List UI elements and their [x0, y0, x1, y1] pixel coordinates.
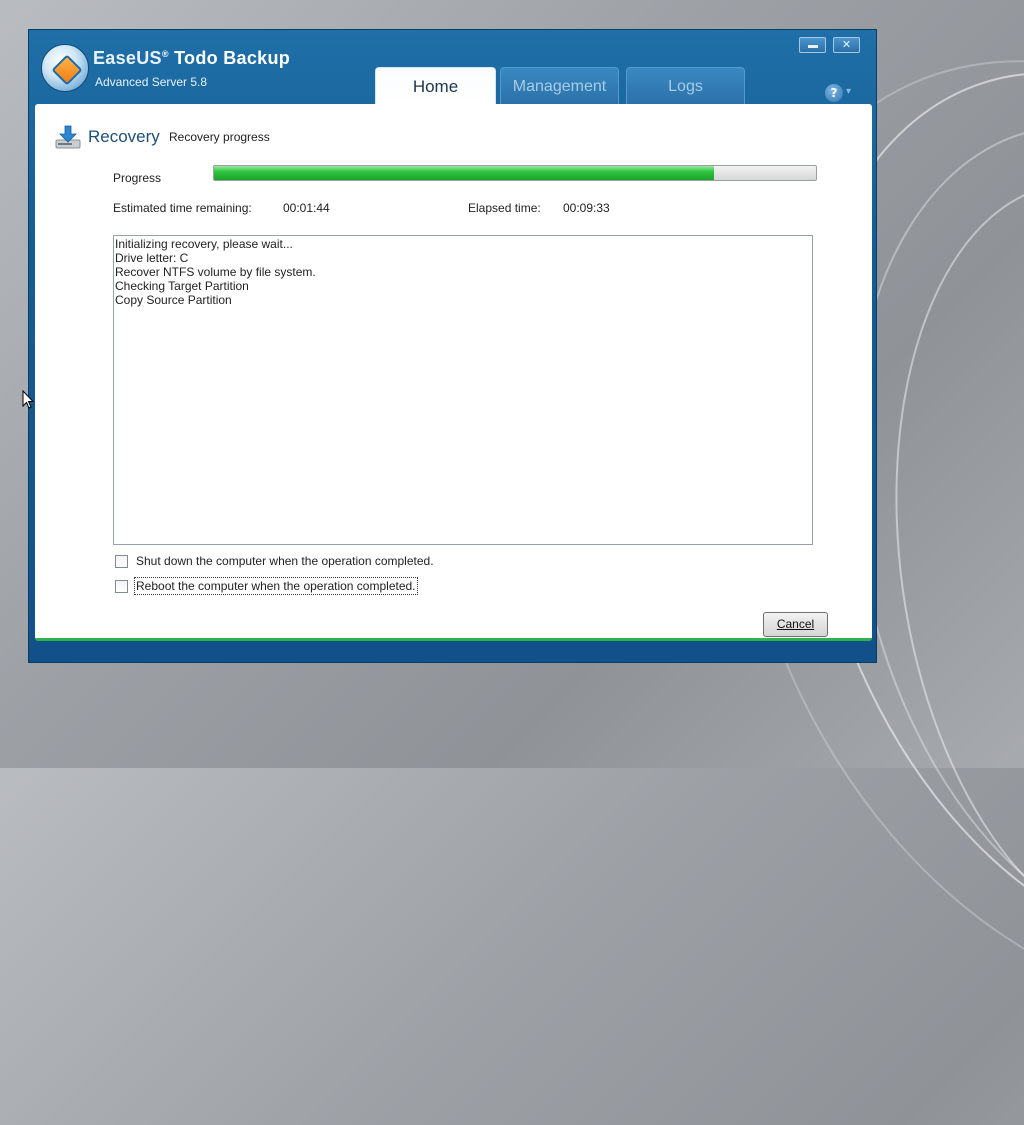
app-window: EaseUS® Todo Backup Advanced Server 5.8 …: [28, 29, 877, 663]
content-panel: Recovery Recovery progress Progress Esti…: [35, 104, 872, 641]
close-button[interactable]: ✕: [833, 37, 860, 53]
recovery-icon: [55, 125, 81, 149]
tab-logs[interactable]: Logs: [626, 67, 745, 105]
progress-bar-fill: [214, 166, 714, 180]
cancel-button-label: Cancel: [776, 617, 815, 631]
cancel-button[interactable]: Cancel: [763, 612, 828, 637]
page-subtitle: Recovery progress: [169, 130, 270, 144]
log-line: Recover NTFS volume by file system.: [115, 265, 316, 279]
minimize-button[interactable]: [799, 37, 826, 53]
mouse-pointer-icon: [22, 390, 34, 409]
brand-prefix: EaseUS: [93, 48, 162, 68]
shutdown-checkbox-label[interactable]: Shut down the computer when the operatio…: [136, 554, 434, 568]
app-brand: EaseUS® Todo Backup: [93, 48, 290, 69]
help-icon[interactable]: ?: [825, 84, 843, 102]
log-line: Checking Target Partition: [115, 279, 249, 293]
reboot-checkbox-label[interactable]: Reboot the computer when the operation c…: [134, 577, 418, 595]
tab-home[interactable]: Home: [375, 67, 496, 105]
elapsed-time-value: 00:09:33: [563, 201, 610, 215]
log-line: Copy Source Partition: [115, 293, 232, 307]
elapsed-time-label: Elapsed time:: [468, 201, 541, 215]
shutdown-checkbox[interactable]: [115, 555, 128, 568]
log-output[interactable]: Initializing recovery, please wait... Dr…: [113, 235, 813, 545]
estimated-time-label: Estimated time remaining:: [113, 201, 252, 215]
tab-management[interactable]: Management: [500, 67, 619, 105]
brand-suffix: Todo Backup: [168, 48, 291, 68]
registered-mark: ®: [161, 49, 169, 59]
app-edition: Advanced Server 5.8: [95, 75, 208, 89]
logo-diamond-icon: [51, 54, 83, 86]
estimated-time-value: 00:01:44: [283, 201, 330, 215]
progress-label: Progress: [113, 171, 162, 185]
log-line: Drive letter: C: [115, 251, 189, 265]
close-icon: ✕: [841, 38, 852, 51]
minimize-icon: [807, 44, 818, 48]
help-dropdown-icon[interactable]: ▾: [846, 86, 851, 97]
page-title: Recovery: [88, 127, 160, 146]
progress-bar: [213, 165, 817, 181]
log-line: Initializing recovery, please wait...: [115, 237, 293, 251]
app-logo-icon: [41, 44, 89, 92]
reboot-checkbox[interactable]: [115, 580, 128, 593]
